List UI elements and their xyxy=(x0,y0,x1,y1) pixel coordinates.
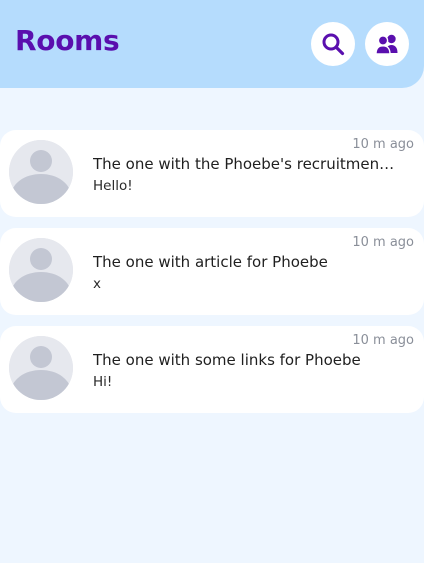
page-title: Rooms xyxy=(15,24,120,57)
avatar xyxy=(9,238,73,302)
room-item[interactable]: 10 m ago The one with the Phoebe's recru… xyxy=(0,130,424,217)
user-placeholder-icon xyxy=(9,238,73,302)
search-icon xyxy=(322,33,345,56)
room-time: 10 m ago xyxy=(352,333,414,348)
app-header: Rooms xyxy=(0,0,424,88)
room-last-message: x xyxy=(93,276,101,292)
user-placeholder-icon xyxy=(9,336,73,400)
user-placeholder-icon xyxy=(9,140,73,204)
room-name: The one with article for Phoebe xyxy=(93,253,328,271)
room-name: The one with some links for Phoebe xyxy=(93,351,361,369)
search-button[interactable] xyxy=(311,22,355,66)
room-time: 10 m ago xyxy=(352,235,414,250)
room-last-message: Hi! xyxy=(93,374,113,390)
avatar xyxy=(9,336,73,400)
room-time: 10 m ago xyxy=(352,137,414,152)
users-icon xyxy=(375,34,398,55)
avatar xyxy=(9,140,73,204)
room-name: The one with the Phoebe's recruitment... xyxy=(93,155,395,173)
room-item[interactable]: 10 m ago The one with some links for Pho… xyxy=(0,326,424,413)
room-item[interactable]: 10 m ago The one with article for Phoebe… xyxy=(0,228,424,315)
users-button[interactable] xyxy=(365,22,409,66)
room-last-message: Hello! xyxy=(93,178,133,194)
